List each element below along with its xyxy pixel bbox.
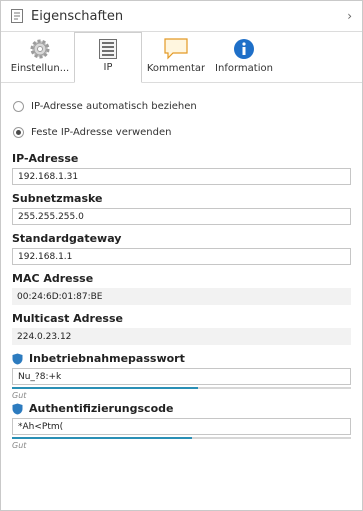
tab-ip[interactable]: IP (74, 32, 142, 83)
ip-address-label: IP-Adresse (12, 152, 79, 165)
radio-ip-auto[interactable]: IP-Adresse automatisch beziehen (1, 93, 362, 119)
radio-label-fixed: Feste IP-Adresse verwenden (31, 126, 172, 138)
panel-header: Eigenschaften › (1, 1, 362, 32)
auth-code-label-row: Authentifizierungscode (12, 402, 351, 415)
field-subnet-mask: Subnetzmaske 255.255.255.0 (1, 192, 362, 225)
subnet-mask-label: Subnetzmaske (12, 192, 103, 205)
shield-icon (12, 403, 23, 414)
ip-address-input[interactable]: 192.168.1.31 (12, 168, 351, 185)
field-mac-address: MAC Adresse 00:24:6D:01:87:BE (1, 272, 362, 305)
field-gateway: Standardgateway 192.168.1.1 (1, 232, 362, 265)
gateway-label: Standardgateway (12, 232, 122, 245)
auth-code-strength-meter (12, 437, 351, 439)
auth-code-input[interactable]: *Ah<Ptm( (12, 418, 351, 435)
radio-button-auto[interactable] (13, 100, 24, 112)
field-commissioning-password: Inbetriebnahmepasswort Nu_?8:+k Gut (1, 352, 362, 400)
properties-document-icon (11, 9, 23, 23)
tab-label: Einstellun... (10, 63, 70, 74)
comment-icon (164, 38, 188, 60)
password-strength-fill (12, 387, 199, 389)
password-strength-meter (12, 387, 351, 389)
mac-address-label: MAC Adresse (12, 272, 94, 285)
commissioning-password-label-row: Inbetriebnahmepasswort (12, 352, 351, 365)
radio-label-auto: IP-Adresse automatisch beziehen (31, 100, 197, 112)
commissioning-password-input[interactable]: Nu_?8:+k (12, 368, 351, 385)
commissioning-password-label: Inbetriebnahmepasswort (29, 352, 185, 365)
tab-label: Kommentar (146, 63, 206, 74)
field-ip-address: IP-Adresse 192.168.1.31 (1, 152, 362, 185)
radio-ip-fixed[interactable]: Feste IP-Adresse verwenden (1, 119, 362, 145)
password-strength-label: Gut (12, 391, 27, 400)
subnet-mask-input[interactable]: 255.255.255.0 (12, 208, 351, 225)
network-list-icon (99, 39, 117, 59)
tab-comment[interactable]: Kommentar (142, 32, 210, 82)
auth-code-strength-label: Gut (12, 441, 27, 450)
chevron-right-icon[interactable]: › (347, 9, 352, 23)
ip-settings-content: IP-Adresse automatisch beziehen Feste IP… (1, 93, 362, 450)
gateway-input[interactable]: 192.168.1.1 (12, 248, 351, 265)
tab-bar: Einstellun... IP Kommentar Information (1, 32, 362, 83)
tab-label: Information (215, 63, 273, 74)
auth-code-label: Authentifizierungscode (29, 402, 174, 415)
panel-title: Eigenschaften (31, 8, 124, 24)
tab-label: IP (103, 62, 113, 73)
multicast-address-value: 224.0.23.12 (12, 328, 351, 345)
radio-button-fixed[interactable] (13, 126, 24, 138)
auth-code-strength-fill (12, 437, 192, 439)
tab-information[interactable]: Information (210, 32, 278, 82)
properties-panel: Eigenschaften › Einstellun... IP Komment… (0, 0, 363, 511)
gear-icon (30, 39, 50, 59)
tab-settings[interactable]: Einstellun... (6, 32, 74, 82)
field-auth-code: Authentifizierungscode *Ah<Ptm( Gut (1, 402, 362, 450)
mac-address-value: 00:24:6D:01:87:BE (12, 288, 351, 305)
multicast-address-label: Multicast Adresse (12, 312, 123, 325)
field-multicast-address: Multicast Adresse 224.0.23.12 (1, 312, 362, 345)
shield-icon (12, 353, 23, 364)
info-icon (234, 39, 254, 59)
